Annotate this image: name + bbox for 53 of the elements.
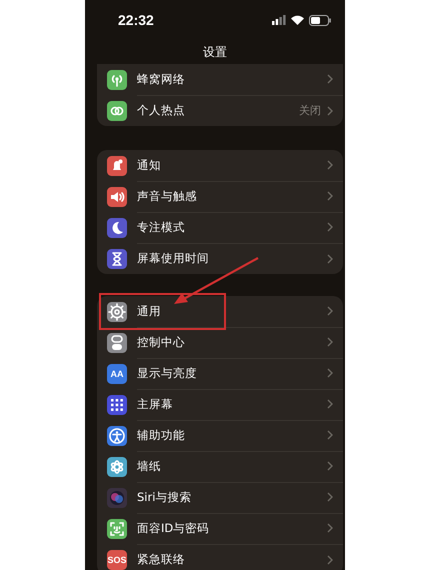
row-label: 专注模式 xyxy=(137,220,186,234)
row-label: 声音与触感 xyxy=(137,188,198,204)
chevron-icon xyxy=(327,222,333,232)
chevron-icon xyxy=(327,254,333,264)
row-label: 墙纸 xyxy=(137,458,162,474)
battery-icon xyxy=(309,14,331,26)
row-label: 通用 xyxy=(137,304,162,318)
settings-row[interactable]: SOS 紧急联络 xyxy=(97,544,343,570)
row-label: 屏幕使用时间 xyxy=(137,251,210,266)
chevron-icon xyxy=(327,399,333,409)
text-icon: SOS xyxy=(107,550,127,570)
chevron-icon xyxy=(327,368,333,378)
settings-row[interactable]: 通用 xyxy=(97,296,343,327)
wifi-icon xyxy=(291,15,304,25)
settings-row[interactable]: 控制中心 xyxy=(97,327,343,358)
chevron-icon xyxy=(327,106,333,116)
row-label: 显示与亮度 xyxy=(137,366,198,380)
row-label: 通知 xyxy=(137,158,162,172)
page-title: 设置 xyxy=(202,44,228,61)
settings-row[interactable]: 主屏幕 xyxy=(97,389,343,420)
row-label: Siri与搜索 xyxy=(137,490,192,504)
settings-row[interactable]: AA 显示与亮度 xyxy=(97,358,343,389)
row-label: 主屏幕 xyxy=(137,396,174,412)
signal-icon xyxy=(272,15,286,25)
chevron-icon xyxy=(327,337,333,347)
settings-row[interactable]: 墙纸 xyxy=(97,451,343,482)
row-label: 控制中心 xyxy=(137,334,186,350)
row-label: 紧急联络 xyxy=(137,552,186,567)
text-icon: AA xyxy=(107,364,127,384)
row-label: 面容ID与密码 xyxy=(137,520,210,536)
chevron-icon xyxy=(327,554,333,564)
row-label: 辅助功能 xyxy=(137,428,186,442)
row-value: 关闭 xyxy=(299,103,321,118)
chevron-icon xyxy=(327,461,333,471)
status-time: 22:32 xyxy=(118,12,155,28)
settings-row[interactable]: Siri与搜索 xyxy=(97,482,343,513)
chevron-icon xyxy=(327,160,333,170)
settings-row[interactable]: 专注模式 xyxy=(97,212,343,243)
chevron-icon xyxy=(327,306,333,316)
settings-row[interactable]: 通知 xyxy=(97,150,343,181)
settings-row[interactable]: 面容ID与密码 xyxy=(97,513,343,544)
row-label: 蜂窝网络 xyxy=(137,72,186,86)
chevron-icon xyxy=(327,523,333,533)
row-label: 个人热点 xyxy=(137,103,186,118)
settings-row[interactable]: 声音与触感 xyxy=(97,181,343,212)
chevron-icon xyxy=(327,191,333,201)
chevron-icon xyxy=(327,74,333,84)
settings-row[interactable]: 个人热点 关闭 xyxy=(97,95,343,126)
settings-row[interactable]: 辅助功能 xyxy=(97,420,343,451)
settings-row[interactable]: 屏幕使用时间 xyxy=(97,243,343,274)
settings-row[interactable]: 蜂窝网络 xyxy=(97,64,343,95)
chevron-icon xyxy=(327,492,333,502)
chevron-icon xyxy=(327,430,333,440)
